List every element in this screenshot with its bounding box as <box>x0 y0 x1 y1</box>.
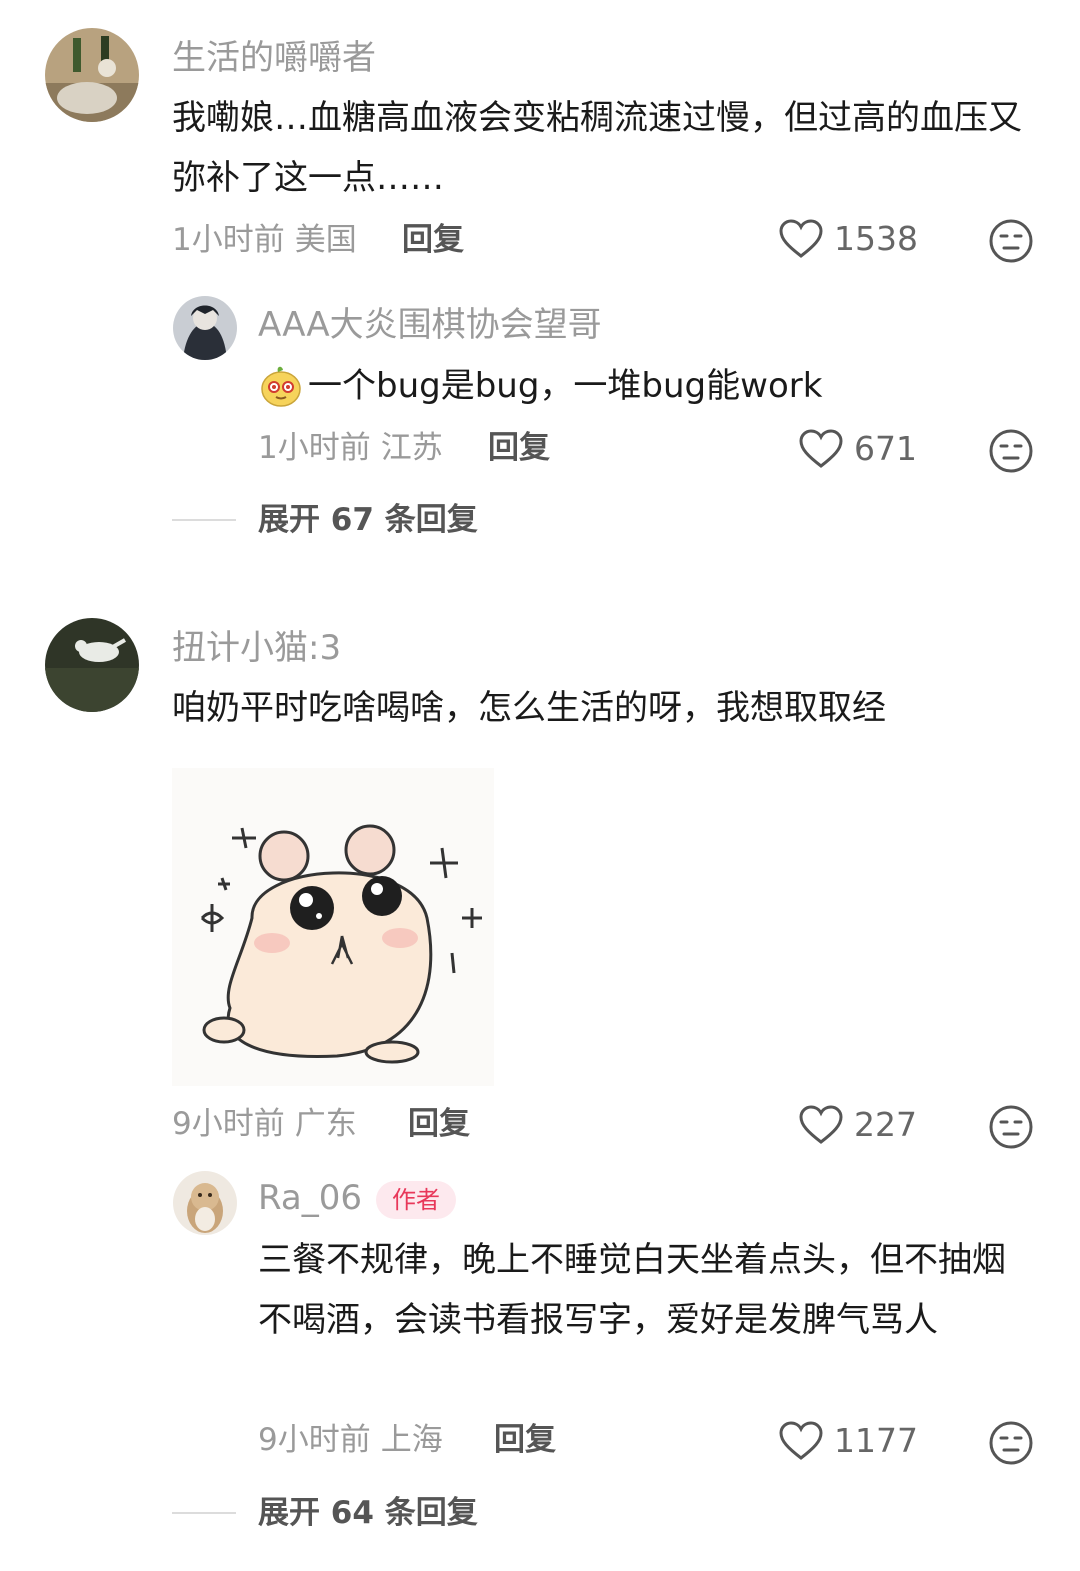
reply-time: 9小时前 <box>258 1422 371 1458</box>
dislike-button[interactable] <box>988 218 1034 264</box>
reply-meta: 9小时前 上海 <box>258 1420 443 1460</box>
comment-text: 咱奶平时吃啥喝啥，怎么生活的呀，我想取取经 <box>172 688 886 728</box>
reply-avatar[interactable] <box>173 296 237 360</box>
comment-location: 广东 <box>294 1106 357 1142</box>
like-count: 1177 <box>834 1421 918 1460</box>
avatar[interactable] <box>45 28 139 122</box>
reply-username-row: Ra_06 作者 <box>258 1178 456 1219</box>
comment-username[interactable]: 生活的嚼嚼者 <box>172 38 376 78</box>
reply-meta: 1小时前 江苏 <box>258 428 443 468</box>
heart-outline-icon <box>779 1421 823 1460</box>
expand-label: 展开 67 条回复 <box>258 502 478 538</box>
reply-text: 三餐不规律，晚上不睡觉白天坐着点头，但不抽烟不喝酒，会读书看报写字，爱好是发脾气… <box>258 1240 1006 1340</box>
reply-location: 上海 <box>380 1422 443 1458</box>
avatar-image <box>45 28 139 122</box>
reply-username[interactable]: AAA大炎围棋协会望哥 <box>258 305 602 345</box>
neutral-face-icon <box>989 1421 1033 1465</box>
avatar-image <box>173 296 237 360</box>
reply-text: 一个bug是bug，一堆bug能work <box>308 366 823 406</box>
comment-username[interactable]: 扭计小猫:3 <box>172 628 341 668</box>
comment-meta: 1小时前 美国 <box>172 220 357 260</box>
neutral-face-icon <box>989 429 1033 473</box>
reply-username[interactable]: Ra_06 <box>258 1178 362 1218</box>
expand-replies-button[interactable]: 展开 67 条回复 <box>172 500 478 540</box>
reply-button[interactable]: 回复 <box>408 1104 470 1144</box>
like-button[interactable]: 227 <box>798 1104 917 1146</box>
comment-location: 美国 <box>294 222 357 258</box>
expand-replies-button[interactable]: 展开 64 条回复 <box>172 1493 478 1533</box>
dislike-button[interactable] <box>988 428 1034 474</box>
avatar-image <box>173 1171 237 1235</box>
divider <box>172 519 236 521</box>
neutral-face-icon <box>989 1105 1033 1149</box>
reply-avatar[interactable] <box>173 1171 237 1235</box>
like-count: 227 <box>854 1105 917 1144</box>
like-button[interactable]: 671 <box>798 428 917 470</box>
comment-sticker-image[interactable] <box>172 768 494 1086</box>
reply-text-row: 一个bug是bug，一堆bug能work <box>258 356 822 416</box>
author-badge: 作者 <box>375 1180 456 1219</box>
like-count: 671 <box>854 429 917 468</box>
hamster-sticker <box>172 768 494 1086</box>
divider <box>172 1512 236 1514</box>
neutral-face-icon <box>989 219 1033 263</box>
heart-outline-icon <box>799 429 843 468</box>
comment-time: 1小时前 <box>172 222 285 258</box>
expand-label: 展开 64 条回复 <box>258 1495 478 1531</box>
comment-meta: 9小时前 广东 <box>172 1104 357 1144</box>
reply-location: 江苏 <box>380 430 443 466</box>
dislike-button[interactable] <box>988 1420 1034 1466</box>
avatar[interactable] <box>45 618 139 712</box>
heart-outline-icon <box>799 1105 843 1144</box>
reply-time: 1小时前 <box>258 430 371 466</box>
reply-button[interactable]: 回复 <box>402 220 464 260</box>
comment-text: 我嘞娘…血糖高血液会变粘稠流速过慢，但过高的血压又弥补了这一点…… <box>172 98 1022 198</box>
like-button[interactable]: 1177 <box>778 1420 918 1462</box>
heart-outline-icon <box>779 219 823 258</box>
avatar-image <box>45 618 139 712</box>
comment-time: 9小时前 <box>172 1106 285 1142</box>
dislike-button[interactable] <box>988 1104 1034 1150</box>
like-count: 1538 <box>834 219 918 258</box>
reply-button[interactable]: 回复 <box>494 1420 556 1460</box>
reply-button[interactable]: 回复 <box>488 428 550 468</box>
like-button[interactable]: 1538 <box>778 218 918 260</box>
emoji-sticker-icon <box>261 366 301 407</box>
